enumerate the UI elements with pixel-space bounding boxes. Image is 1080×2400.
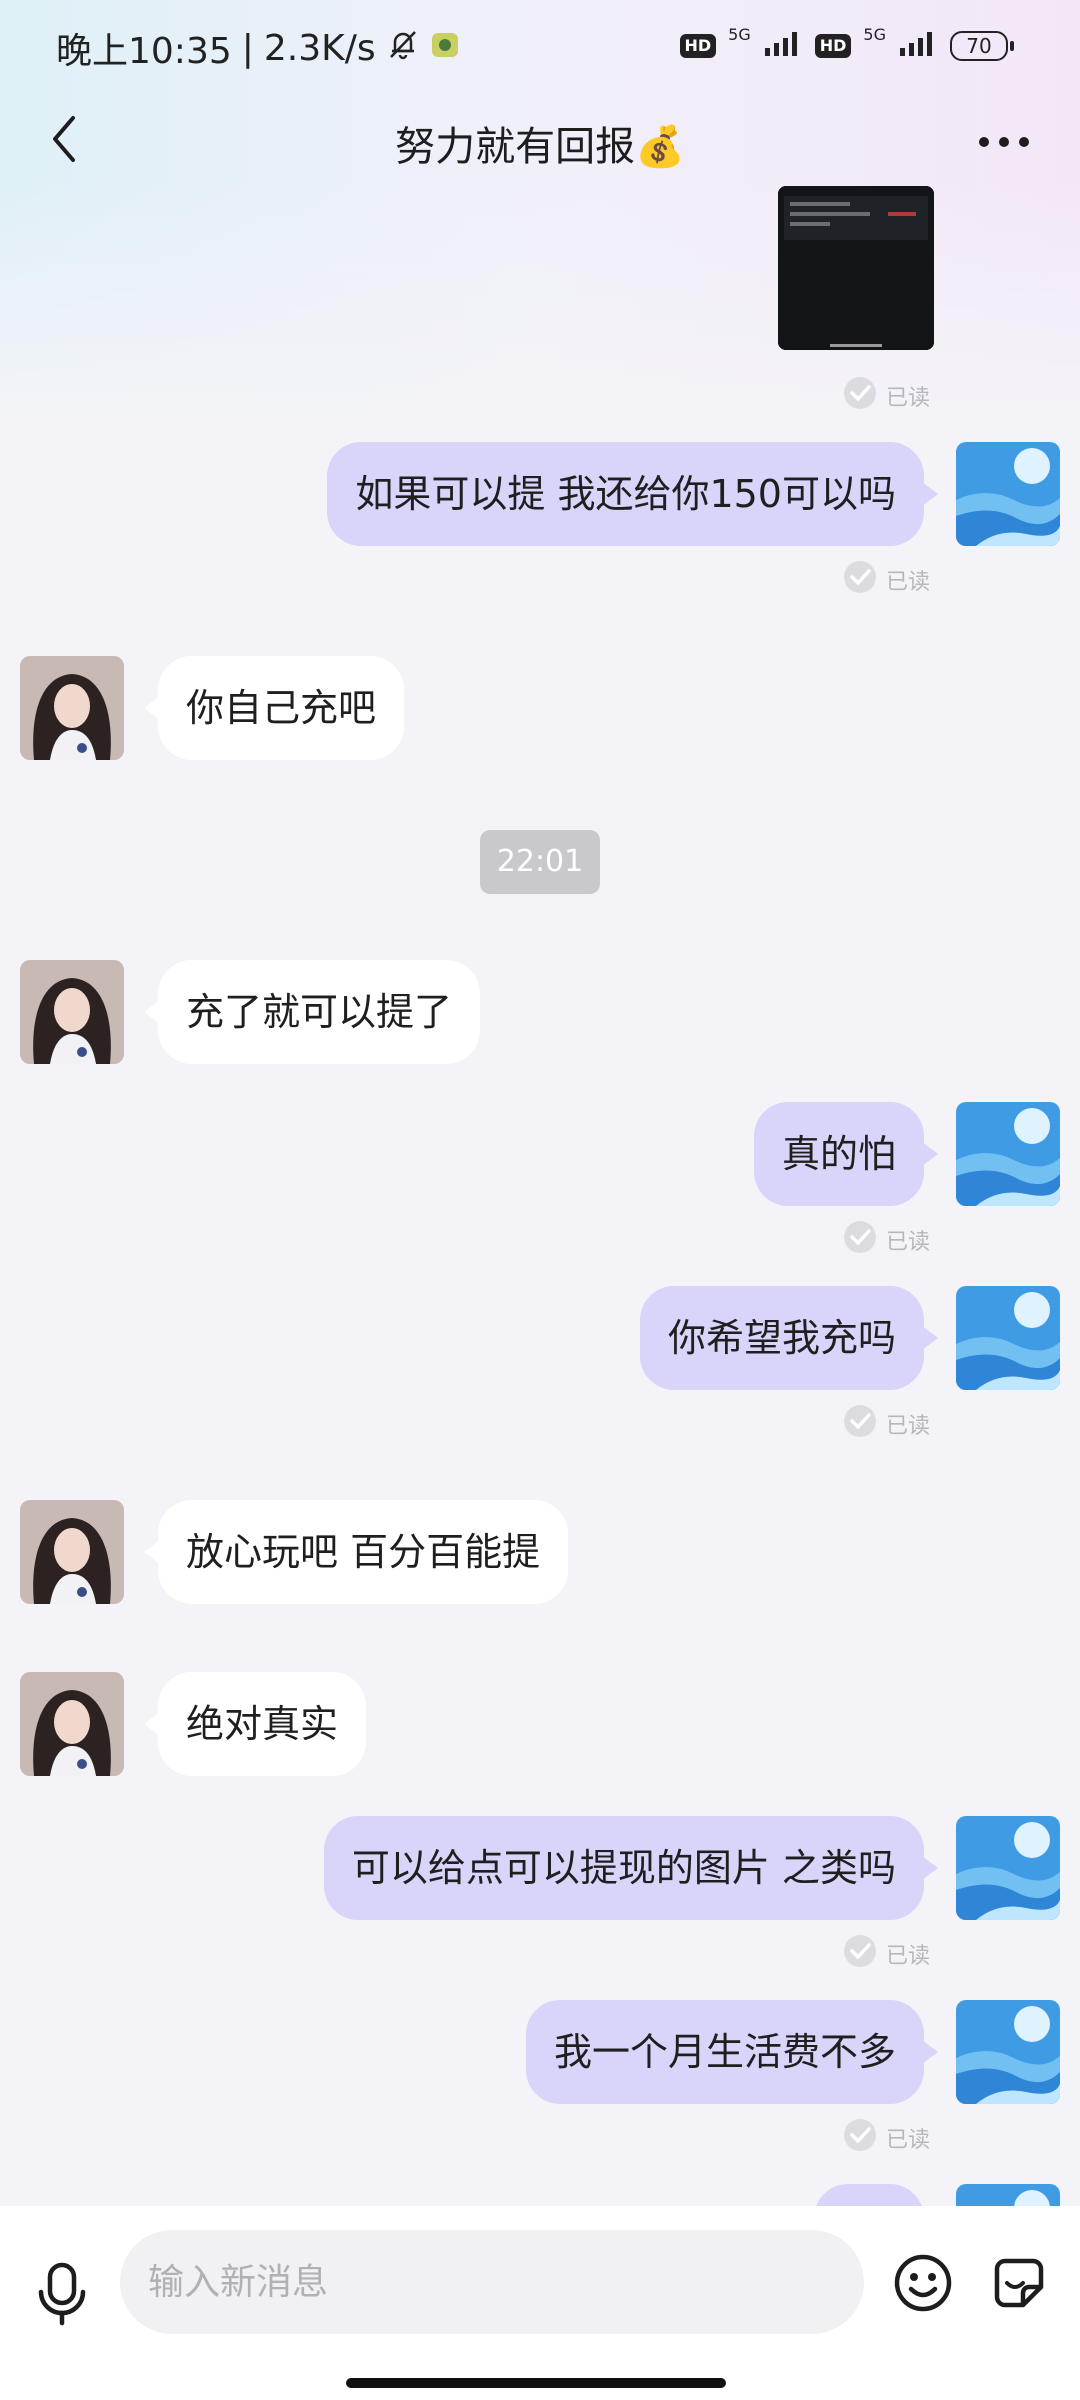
network-speed: 2.3K/s (263, 27, 376, 69)
read-label: 已读 (885, 1944, 930, 1969)
sticker-button[interactable] (986, 2252, 1052, 2318)
home-indicator[interactable] (346, 2378, 726, 2388)
read-receipt: 已读 (842, 1934, 930, 1974)
status-time: 晚上10:35 (56, 31, 232, 72)
sticker-icon (989, 2253, 1049, 2317)
hd-badge-1: HD (679, 34, 717, 58)
message-list[interactable]: 已读 如果可以提 我还给你150可以吗 已读 你自己充吧 22:01 充了就可以… (0, 186, 1080, 2206)
message-bubble-incoming[interactable]: 充了就可以提了 (143, 960, 481, 1064)
avatar-self[interactable] (956, 2184, 1060, 2206)
network-type-2: 5G (863, 24, 886, 44)
check-circle-icon (842, 2117, 878, 2159)
avatar-contact[interactable] (20, 960, 124, 1064)
emoji-button[interactable] (890, 2252, 956, 2318)
read-label: 已读 (885, 1414, 930, 1439)
message-row-incoming: 你自己充吧 (0, 656, 1080, 760)
avatar-self[interactable] (956, 442, 1060, 546)
message-row-incoming: 放心玩吧 百分百能提 (0, 1500, 1080, 1604)
message-row-outgoing: 真的怕 (0, 1102, 1080, 1206)
image-message[interactable] (778, 186, 934, 350)
battery-indicator: 70 (950, 31, 1014, 61)
hd-badge-2: HD (814, 34, 852, 58)
more-button[interactable] (964, 112, 1044, 172)
message-bubble-incoming[interactable]: 你自己充吧 (143, 656, 405, 760)
message-row-outgoing-image (0, 186, 1080, 366)
signal-icon (898, 30, 938, 62)
status-separator: | (241, 27, 254, 69)
check-circle-icon (842, 1933, 878, 1975)
avatar-self[interactable] (956, 1816, 1060, 1920)
check-circle-icon (842, 559, 878, 601)
read-label: 已读 (885, 2128, 930, 2153)
status-right: HD 5G HD 5G 70 (679, 25, 1014, 62)
avatar-contact[interactable] (20, 1500, 124, 1604)
message-bubble-incoming[interactable]: 放心玩吧 百分百能提 (143, 1500, 569, 1604)
read-receipt: 已读 (842, 1404, 930, 1444)
avatar-self[interactable] (956, 2000, 1060, 2104)
read-receipt: 已读 (842, 2118, 930, 2158)
microphone-icon (36, 2262, 88, 2330)
message-input[interactable] (120, 2230, 864, 2334)
message-bubble-outgoing[interactable]: 如果可以提 我还给你150可以吗 (327, 442, 938, 546)
network-type-1: 5G (728, 24, 751, 44)
message-composer (0, 2206, 1080, 2400)
read-label: 已读 (885, 1230, 930, 1255)
status-left: 晚上10:35 | 2.3K/s (56, 22, 460, 74)
bell-muted-icon (386, 27, 420, 70)
more-horizontal-icon (978, 133, 1030, 152)
message-row-outgoing: 你希望我充吗 (0, 1286, 1080, 1390)
message-row-incoming: 绝对真实 (0, 1672, 1080, 1776)
message-bubble-outgoing[interactable] (814, 2184, 924, 2206)
message-bubble-outgoing[interactable]: 我一个月生活费不多 (525, 2000, 939, 2104)
check-circle-icon (842, 1403, 878, 1445)
read-receipt: 已读 (842, 376, 930, 416)
read-receipt: 已读 (842, 560, 930, 600)
check-circle-icon (842, 375, 878, 417)
read-label: 已读 (885, 386, 930, 411)
check-circle-icon (842, 1219, 878, 1261)
voice-input-button[interactable] (30, 2258, 94, 2334)
message-row-outgoing: 如果可以提 我还给你150可以吗 (0, 442, 1080, 546)
avatar-self[interactable] (956, 1102, 1060, 1206)
emoji-icon (893, 2253, 953, 2317)
time-divider: 22:01 (480, 830, 600, 894)
app-notification-icon (430, 28, 460, 69)
read-receipt: 已读 (842, 1220, 930, 1260)
message-bubble-outgoing[interactable]: 真的怕 (753, 1102, 939, 1206)
message-bubble-incoming[interactable]: 绝对真实 (143, 1672, 367, 1776)
read-label: 已读 (885, 570, 930, 595)
message-bubble-outgoing[interactable]: 你希望我充吗 (639, 1286, 939, 1390)
signal-icon (763, 30, 803, 62)
chat-header: 努力就有回报💰 (0, 96, 1080, 186)
message-row-outgoing: 我一个月生活费不多 (0, 2000, 1080, 2104)
message-row-outgoing: 可以给点可以提现的图片 之类吗 (0, 1816, 1080, 1920)
avatar-contact[interactable] (20, 1672, 124, 1776)
avatar-contact[interactable] (20, 656, 124, 760)
status-bar: 晚上10:35 | 2.3K/s HD 5G HD 5G 70 (0, 0, 1080, 96)
page-title: 努力就有回报💰 (395, 124, 685, 170)
avatar-self[interactable] (956, 1286, 1060, 1390)
message-bubble-outgoing[interactable]: 可以给点可以提现的图片 之类吗 (323, 1816, 939, 1920)
message-row-incoming: 充了就可以提了 (0, 960, 1080, 1064)
message-row-outgoing-partial (0, 2184, 1080, 2206)
